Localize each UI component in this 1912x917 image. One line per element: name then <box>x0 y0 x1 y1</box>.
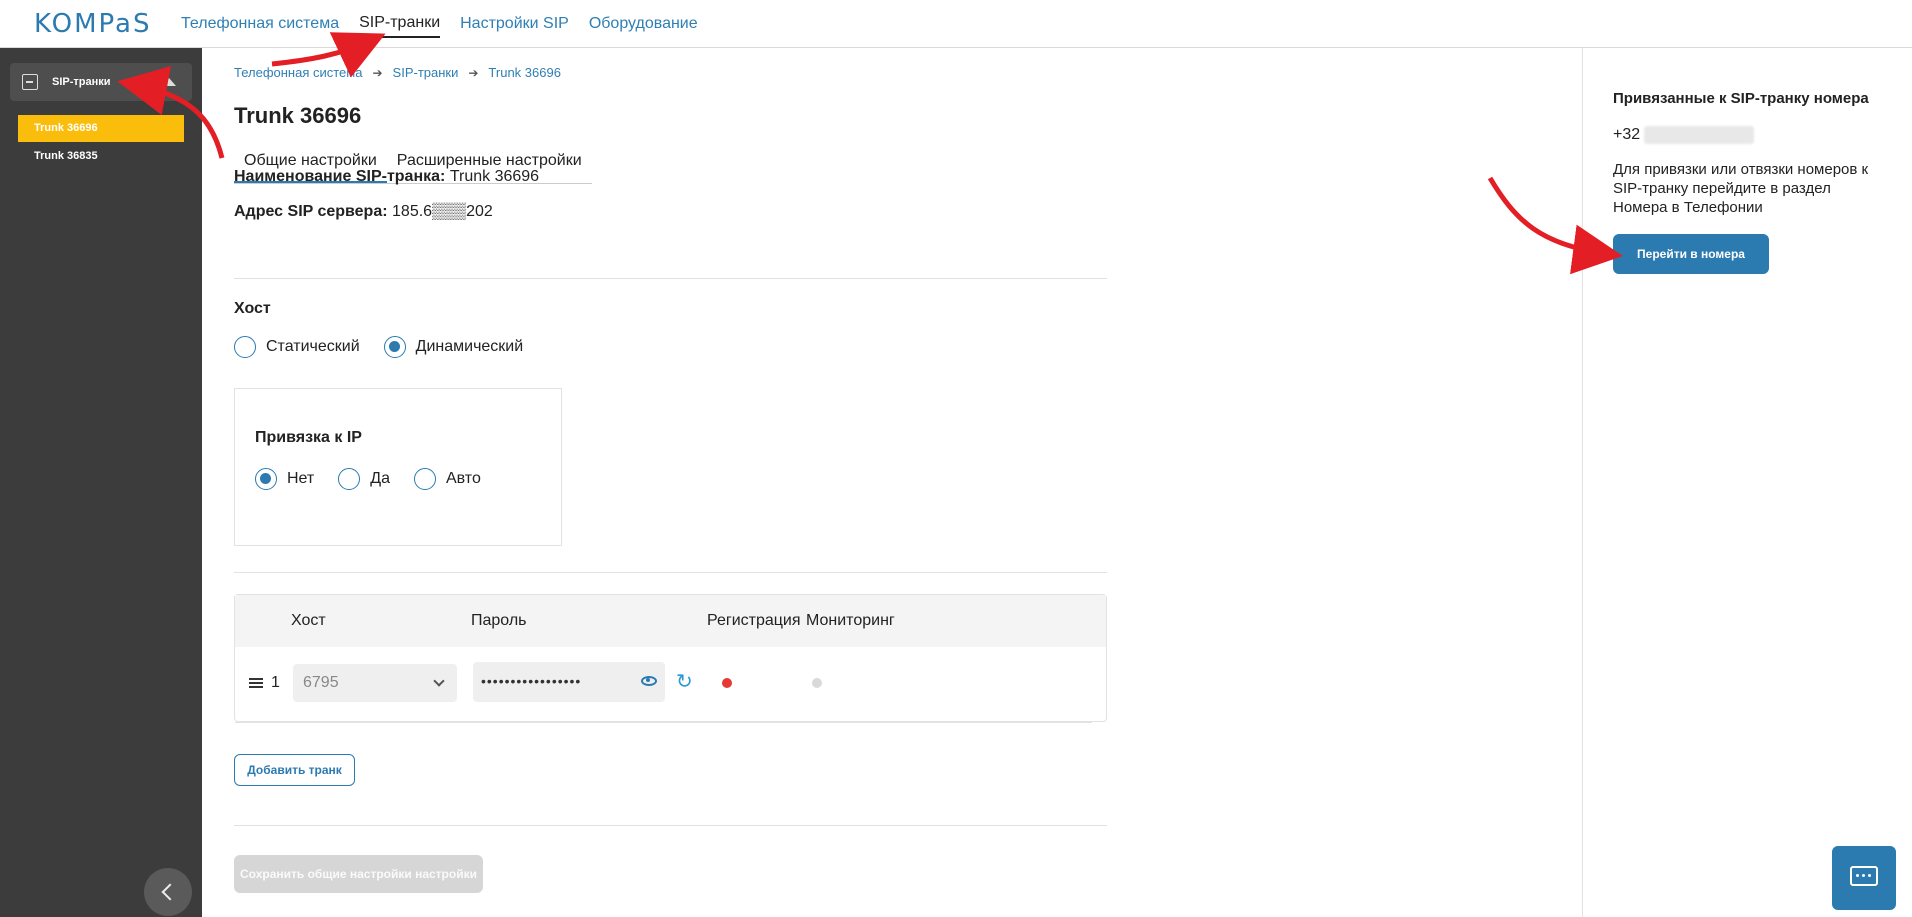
nav-telephone-system[interactable]: Телефонная система <box>181 11 339 37</box>
breadcrumb: Телефонная система ➔ SIP-транки ➔ Trunk … <box>234 65 561 80</box>
phone-prefix: +32 <box>1613 126 1641 143</box>
row-number: 1 <box>271 674 280 691</box>
sidebar-item-trunk-36835[interactable]: Trunk 36835 <box>18 143 184 170</box>
ip-binding-title: Привязка к IP <box>255 429 362 446</box>
trunk-table: Хост Пароль Регистрация Мониторинг 1 679… <box>234 594 1107 723</box>
radio-circle[interactable] <box>338 468 361 490</box>
chat-support-button[interactable] <box>1832 846 1896 910</box>
registration-status-dot <box>722 678 732 688</box>
server-address-value: 185.6▒▒▒202 <box>392 203 493 220</box>
radio-circle[interactable] <box>255 468 277 490</box>
divider <box>234 278 1107 279</box>
trunk-name-label: Наименование SIP-транка: <box>234 168 446 185</box>
linked-phone-number: +32 <box>1613 126 1755 144</box>
trunk-name-field: Наименование SIP-транка: Trunk 36696 <box>234 168 539 186</box>
collapse-sidebar-button[interactable] <box>144 868 192 916</box>
ip-binding-radio-group: Нет Да Авто <box>255 468 481 490</box>
linked-numbers-info: Для привязки или отвязки номеров к SIP-т… <box>1613 161 1869 216</box>
refresh-icon[interactable]: ↻ <box>676 669 693 694</box>
sidebar-item-trunk-36696[interactable]: Trunk 36696 <box>18 115 184 142</box>
arrow-right-icon: ➔ <box>468 65 479 80</box>
host-static-label: Статический <box>266 338 360 355</box>
breadcrumb-current[interactable]: Trunk 36696 <box>488 65 561 80</box>
ip-no-radio[interactable]: Нет <box>255 468 314 490</box>
chevron-down-icon <box>433 675 445 687</box>
sidebar: SIP-транки Trunk 36696 Trunk 36835 <box>0 48 202 917</box>
password-value: ••••••••••••••••• <box>481 673 582 689</box>
add-trunk-button[interactable]: Добавить транк <box>234 754 355 786</box>
host-static-radio[interactable]: Статический <box>234 336 360 358</box>
ip-binding-box <box>234 388 562 546</box>
col-header-monitoring: Мониторинг <box>806 612 895 629</box>
server-address-label: Адрес SIP сервера: <box>234 203 388 220</box>
radio-circle[interactable] <box>413 468 436 490</box>
drag-handle-icon[interactable] <box>249 678 263 688</box>
linked-numbers-panel: Привязанные к SIP-транку номера +32 Для … <box>1582 48 1912 917</box>
caret-up-icon[interactable] <box>162 78 176 86</box>
top-nav: Телефонная система SIP-транки Настройки … <box>181 0 698 48</box>
col-header-host: Хост <box>291 612 326 629</box>
trunk-name-value: Trunk 36696 <box>449 168 540 185</box>
nav-sip-trunks[interactable]: SIP-транки <box>359 10 441 38</box>
chevron-left-icon <box>161 883 179 901</box>
breadcrumb-sip-trunks[interactable]: SIP-транки <box>393 65 459 80</box>
ip-auto-label: Авто <box>445 470 481 487</box>
host-dynamic-radio[interactable]: Динамический <box>383 336 524 358</box>
password-field[interactable]: ••••••••••••••••• <box>473 662 665 702</box>
server-address-field: Адрес SIP сервера: 185.6▒▒▒202 <box>234 203 493 221</box>
eye-icon[interactable] <box>641 676 657 686</box>
sidebar-group-label: SIP-транки <box>52 76 111 88</box>
save-settings-button[interactable]: Сохранить общие настройки настройки <box>234 855 483 893</box>
radio-circle[interactable] <box>234 336 256 358</box>
go-to-numbers-button[interactable]: Перейти в номера <box>1613 234 1769 274</box>
breadcrumb-telephone-system[interactable]: Телефонная система <box>234 65 362 80</box>
ip-auto-radio[interactable]: Авто <box>413 468 481 490</box>
ip-yes-radio[interactable]: Да <box>338 468 390 490</box>
divider <box>234 572 1107 573</box>
host-select-value: 6795 <box>303 674 339 691</box>
phone-redacted <box>1644 126 1755 144</box>
table-header: Хост Пароль Регистрация Мониторинг <box>235 595 1106 647</box>
ip-no-label: Нет <box>287 470 315 487</box>
table-row: 1 6795 ••••••••••••••••• ↻ <box>235 647 1092 723</box>
monitoring-status-dot <box>812 678 822 688</box>
nav-sip-settings[interactable]: Настройки SIP <box>460 11 569 37</box>
page-title: Trunk 36696 <box>234 103 362 128</box>
chat-icon <box>1850 866 1878 886</box>
trunk-icon <box>22 74 38 90</box>
kompas-logo[interactable]: KOMPaS <box>34 9 151 39</box>
ip-yes-label: Да <box>370 470 390 487</box>
nav-equipment[interactable]: Оборудование <box>589 11 698 37</box>
col-header-password: Пароль <box>471 612 527 629</box>
host-section-title: Хост <box>234 300 271 317</box>
main-content: Телефонная система ➔ SIP-транки ➔ Trunk … <box>202 48 1582 917</box>
host-dynamic-label: Динамический <box>415 338 524 355</box>
radio-circle[interactable] <box>383 336 406 358</box>
host-radio-group: Статический Динамический <box>234 336 523 358</box>
divider <box>234 825 1107 826</box>
linked-numbers-title: Привязанные к SIP-транку номера <box>1613 90 1869 107</box>
top-bar: KOMPaS Телефонная система SIP-транки Нас… <box>0 0 1912 48</box>
col-header-registration: Регистрация <box>707 612 801 629</box>
sidebar-group-sip-trunks[interactable]: SIP-транки <box>10 63 192 101</box>
arrow-right-icon: ➔ <box>372 65 383 80</box>
host-select[interactable]: 6795 <box>293 664 457 702</box>
